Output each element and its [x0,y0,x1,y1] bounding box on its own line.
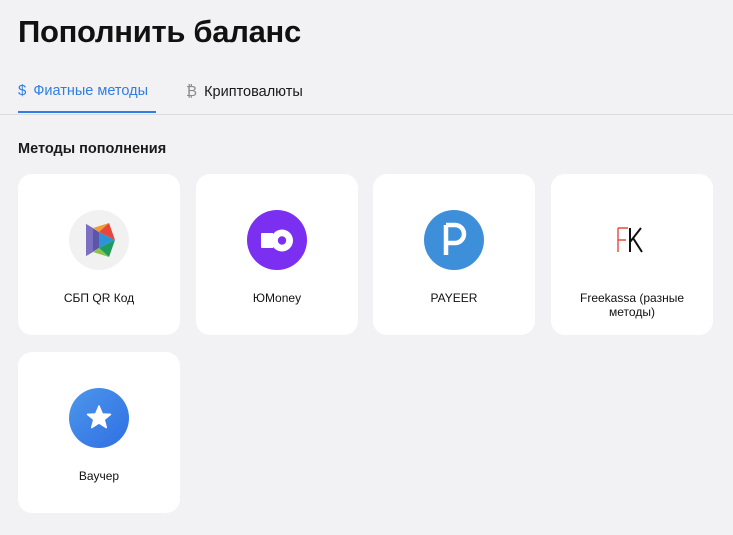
method-label: Freekassa (разные методы) [580,291,684,319]
method-label: ЮMoney [252,291,302,305]
freekassa-logo-icon [602,210,662,270]
payeer-logo-icon [424,210,484,270]
tab-fiat-methods[interactable]: $ Фиатные методы [18,70,156,113]
method-card-freekassa[interactable]: Freekassa (разные методы) [551,174,713,335]
method-label: СБП QR Код [63,291,135,305]
page-title: Пополнить баланс [18,14,301,49]
method-label: Ваучер [78,469,120,483]
tab-label: Фиатные методы [33,82,149,99]
payment-tabs: $ Фиатные методы ₿ Криптовалюты [0,70,733,115]
section-title: Методы пополнения [18,141,167,157]
bitcoin-icon: ₿ [186,83,198,100]
voucher-star-logo-icon [69,388,129,448]
method-card-sbp[interactable]: СБП QR Код [18,174,180,335]
tab-label: Криптовалюты [204,83,303,100]
dollar-icon: $ [18,82,27,99]
sbp-logo-icon [69,210,129,270]
method-card-voucher[interactable]: Ваучер [18,352,180,513]
method-card-payeer[interactable]: PAYEER [373,174,535,335]
method-card-yoomoney[interactable]: ЮMoney [196,174,358,335]
method-label: PAYEER [430,291,478,305]
tab-crypto[interactable]: ₿ Криптовалюты [186,70,316,113]
yoomoney-logo-icon [247,210,307,270]
